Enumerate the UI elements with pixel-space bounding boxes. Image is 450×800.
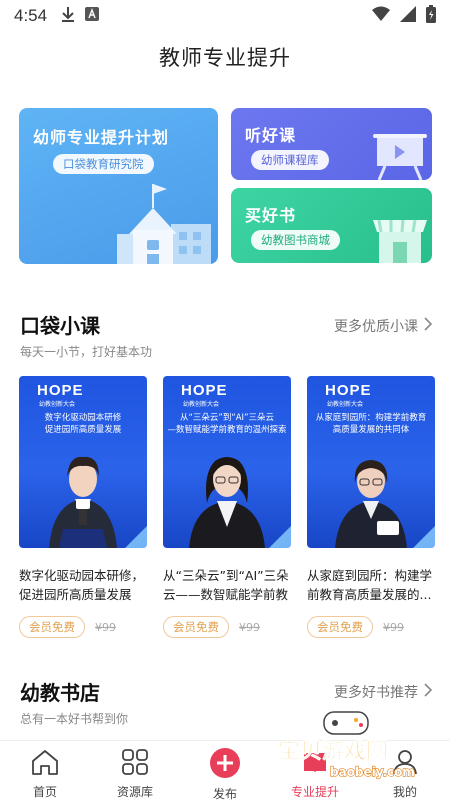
- battery-icon: [426, 5, 436, 27]
- tab-home[interactable]: 首页: [0, 741, 90, 800]
- more-courses-link[interactable]: 更多优质小课: [334, 316, 433, 336]
- member-free-badge: 会员免费: [163, 616, 229, 638]
- banner-listen-title: 听好课: [245, 126, 297, 145]
- more-books-label: 更多好书推荐: [334, 685, 418, 701]
- course-price: ¥99: [239, 620, 260, 634]
- tab-publish[interactable]: 发布: [180, 741, 270, 800]
- hope-logo: HOPE: [325, 382, 372, 399]
- download-icon: [61, 6, 75, 26]
- status-time: 4:54: [14, 6, 48, 25]
- video-board-icon: [373, 134, 427, 180]
- school-building-icon: [117, 184, 211, 264]
- site-watermark: 宝贝游戏网 baobeiy.com: [272, 706, 442, 786]
- books-section-subtitle: 总有一本好书帮到你: [20, 712, 129, 726]
- tab-home-label: 首页: [32, 785, 57, 799]
- courses-section-subtitle: 每天一小节，打好基本功: [20, 345, 153, 359]
- courses-section-title: 口袋小课: [20, 314, 100, 338]
- plus-circle-icon: [209, 747, 241, 783]
- hope-logo: HOPE: [37, 382, 84, 399]
- thumb-corner: [269, 526, 291, 548]
- more-books-link[interactable]: 更多好书推荐: [334, 682, 433, 702]
- tab-publish-label: 发布: [212, 787, 237, 800]
- watermark-url: baobeiy.com: [330, 765, 415, 779]
- course-title: 数字化驱动园本研修，促进园所高质量发展: [19, 568, 145, 602]
- thumb-corner: [413, 526, 435, 548]
- home-icon: [30, 747, 60, 781]
- member-free-badge: 会员免费: [19, 616, 85, 638]
- wifi-icon: [372, 6, 390, 26]
- banner-buy-books[interactable]: 买好书 幼教图书商城: [231, 188, 432, 263]
- tab-resources[interactable]: 资源库: [90, 741, 180, 800]
- course-price-row: 会员免费 ¥99: [307, 616, 435, 638]
- course-card[interactable]: HOPE 幼教创新大会 数字化驱动园本研修 促进园所高质量发展 数字化驱动园本研…: [19, 376, 147, 638]
- app-notification-icon: [85, 7, 100, 25]
- books-section-title: 幼教书店: [20, 681, 100, 705]
- course-price-row: 会员免费 ¥99: [19, 616, 147, 638]
- course-thumbnail: HOPE 幼教创新大会 从家庭到园所：构建学前教育 高质量发展的共同体: [307, 376, 435, 548]
- member-free-badge: 会员免费: [307, 616, 373, 638]
- tab-resources-label: 资源库: [116, 785, 153, 799]
- course-title: 从家庭到园所：构建学前教育高质量发展的...: [307, 568, 433, 602]
- course-card[interactable]: HOPE 幼教创新大会 从“三朵云”到“AI”三朵云 —数智赋能学前教育的温州探…: [163, 376, 291, 638]
- storefront-icon: [373, 219, 427, 263]
- banner-books-pill: 幼教图书商城: [251, 230, 340, 250]
- hope-logo-subtitle: 幼教创新大会: [183, 401, 220, 408]
- watermark-text: 宝贝游戏网: [278, 738, 388, 764]
- page-title: 教师专业提升: [159, 46, 291, 70]
- course-thumbnail: HOPE 幼教创新大会 从“三朵云”到“AI”三朵云 —数智赋能学前教育的温州探…: [163, 376, 291, 548]
- banner-books-title: 买好书: [245, 206, 297, 225]
- banner-plan-title: 幼师专业提升计划: [33, 128, 170, 147]
- grid-icon: [120, 747, 150, 781]
- status-bar: 4:54: [0, 0, 450, 32]
- chevron-right-icon: [424, 683, 433, 701]
- course-thumbnail: HOPE 幼教创新大会 数字化驱动园本研修 促进园所高质量发展: [19, 376, 147, 548]
- banner-listen-pill: 幼师课程库: [251, 150, 329, 170]
- hope-logo-subtitle: 幼教创新大会: [39, 401, 76, 408]
- signal-icon: [400, 6, 416, 26]
- banner-teacher-plan[interactable]: 幼师专业提升计划 口袋教育研究院: [19, 108, 218, 264]
- chevron-right-icon: [424, 317, 433, 335]
- banner-listen-course[interactable]: 听好课 幼师课程库: [231, 108, 432, 180]
- hope-logo-subtitle: 幼教创新大会: [327, 401, 364, 408]
- banner-plan-pill: 口袋教育研究院: [53, 154, 154, 174]
- course-price-row: 会员免费 ¥99: [163, 616, 291, 638]
- course-price: ¥99: [95, 620, 116, 634]
- thumb-corner: [125, 526, 147, 548]
- course-price: ¥99: [383, 620, 404, 634]
- course-title: 从“三朵云”到“AI”三朵云——数智赋能学前教育...: [163, 568, 289, 602]
- course-card[interactable]: HOPE 幼教创新大会 从家庭到园所：构建学前教育 高质量发展的共同体 从家庭到…: [307, 376, 435, 638]
- gamepad-icon: [323, 711, 369, 735]
- hope-logo: HOPE: [181, 382, 228, 399]
- more-courses-label: 更多优质小课: [334, 319, 418, 335]
- app-screen: 4:54 教师专业提升 幼师专业提升计划 口袋教育研究院 听好课 幼师课程库 买…: [0, 0, 450, 800]
